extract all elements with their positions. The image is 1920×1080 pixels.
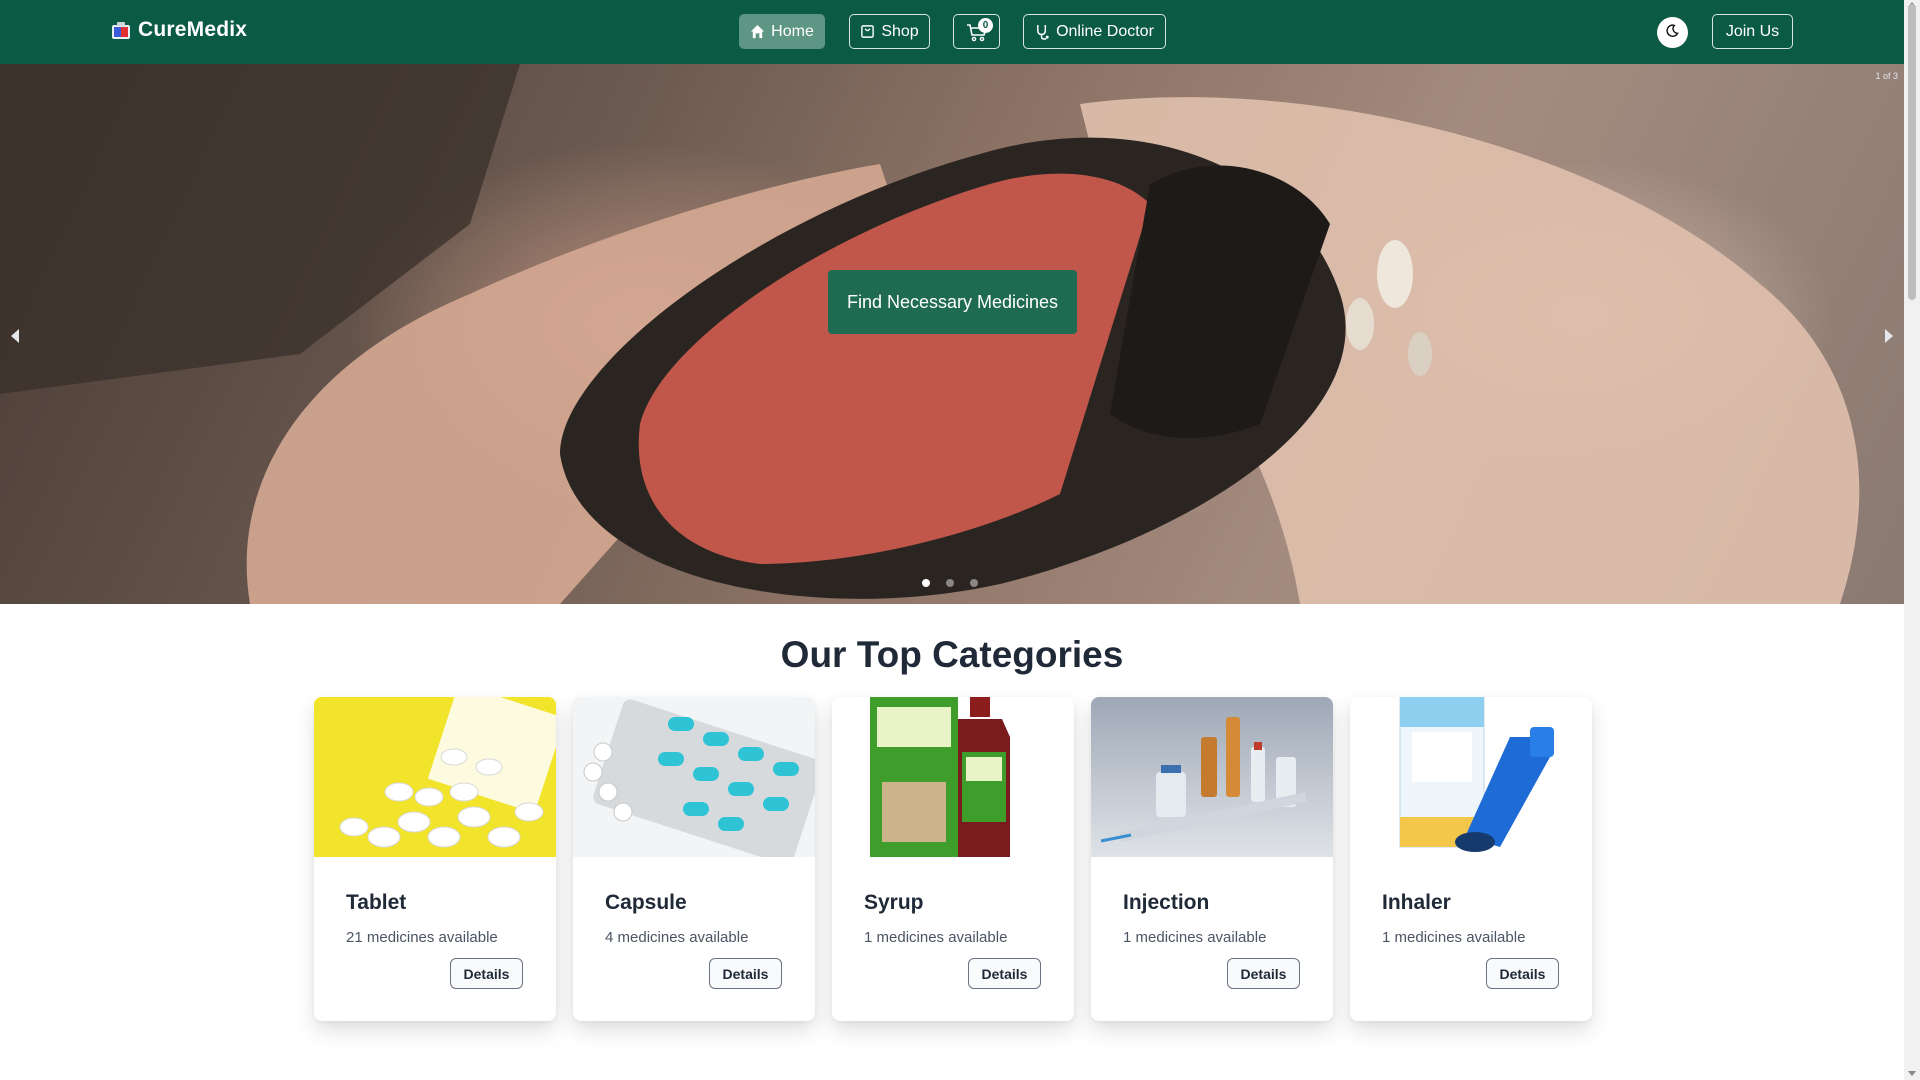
find-medicines-button[interactable]: Find Necessary Medicines xyxy=(828,270,1077,334)
carousel-next-arrow[interactable] xyxy=(1880,326,1898,350)
navbar: CureMedix Home Shop 0 Online Doctor Join… xyxy=(0,0,1904,64)
join-us-button[interactable]: Join Us xyxy=(1712,14,1793,49)
chevron-right-icon xyxy=(1884,328,1894,349)
tablet-image xyxy=(314,697,556,857)
chevron-left-icon xyxy=(10,328,20,349)
scroll-down-arrow-icon[interactable] xyxy=(1908,1071,1916,1076)
scrollbar-thumb[interactable] xyxy=(1908,4,1916,300)
carousel-dot-1[interactable] xyxy=(922,579,930,587)
nav-shop-label: Shop xyxy=(881,22,919,40)
brand-name: CureMedix xyxy=(138,18,248,41)
nav-online-doctor-label: Online Doctor xyxy=(1056,22,1154,40)
page-scrollbar[interactable] xyxy=(1904,0,1920,1080)
category-count: 21 medicines available xyxy=(346,929,498,946)
syrup-image xyxy=(832,697,1074,857)
shopping-bag-icon xyxy=(860,24,875,39)
carousel-indicators xyxy=(922,579,978,587)
stethoscope-icon xyxy=(1035,24,1050,40)
category-name: Capsule xyxy=(605,891,687,914)
moon-icon xyxy=(1666,23,1679,42)
nav-shop-button[interactable]: Shop xyxy=(849,14,930,49)
brand-logo-link[interactable]: CureMedix xyxy=(110,18,247,42)
category-card-injection[interactable]: Injection 1 medicines available Details xyxy=(1091,697,1333,1021)
inhaler-image xyxy=(1350,697,1592,857)
cart-count-badge: 0 xyxy=(978,18,993,33)
capsule-image xyxy=(573,697,815,857)
hero-carousel: 1 of 3 Find Necessary Medicines xyxy=(0,64,1904,604)
nav-online-doctor-button[interactable]: Online Doctor xyxy=(1023,14,1166,49)
nav-cart-button[interactable]: 0 xyxy=(953,14,1000,49)
category-count: 4 medicines available xyxy=(605,929,749,946)
section-title: Our Top Categories xyxy=(780,634,1124,675)
category-name: Tablet xyxy=(346,891,407,914)
join-us-label: Join Us xyxy=(1725,22,1780,40)
category-name: Injection xyxy=(1123,891,1210,914)
details-button[interactable]: Details xyxy=(450,958,523,989)
nav-home-button[interactable]: Home xyxy=(739,14,825,49)
hero-background-image xyxy=(0,64,1860,604)
category-card-inhaler[interactable]: Inhaler 1 medicines available Details xyxy=(1350,697,1592,1021)
slide-counter: 1 of 3 xyxy=(1875,71,1898,81)
category-count: 1 medicines available xyxy=(864,929,1008,946)
category-name: Inhaler xyxy=(1382,891,1451,914)
home-icon xyxy=(750,24,765,39)
details-button[interactable]: Details xyxy=(1227,958,1300,989)
category-count: 1 medicines available xyxy=(1123,929,1267,946)
category-card-syrup[interactable]: Syrup 1 medicines available Details xyxy=(832,697,1074,1021)
category-name: Syrup xyxy=(864,891,924,914)
category-card-tablet[interactable]: Tablet 21 medicines available Details xyxy=(314,697,556,1021)
details-button[interactable]: Details xyxy=(709,958,782,989)
carousel-dot-3[interactable] xyxy=(970,579,978,587)
carousel-dot-2[interactable] xyxy=(946,579,954,587)
medkit-logo-icon xyxy=(110,19,132,41)
injection-image xyxy=(1091,697,1333,857)
category-list: Tablet 21 medicines available Details Ca… xyxy=(314,697,1592,1021)
nav-home-label: Home xyxy=(771,22,814,40)
details-button[interactable]: Details xyxy=(1486,958,1559,989)
carousel-prev-arrow[interactable] xyxy=(6,326,24,350)
category-count: 1 medicines available xyxy=(1382,929,1526,946)
dark-mode-toggle[interactable] xyxy=(1657,17,1688,48)
details-button[interactable]: Details xyxy=(968,958,1041,989)
category-card-capsule[interactable]: Capsule 4 medicines available Details xyxy=(573,697,815,1021)
